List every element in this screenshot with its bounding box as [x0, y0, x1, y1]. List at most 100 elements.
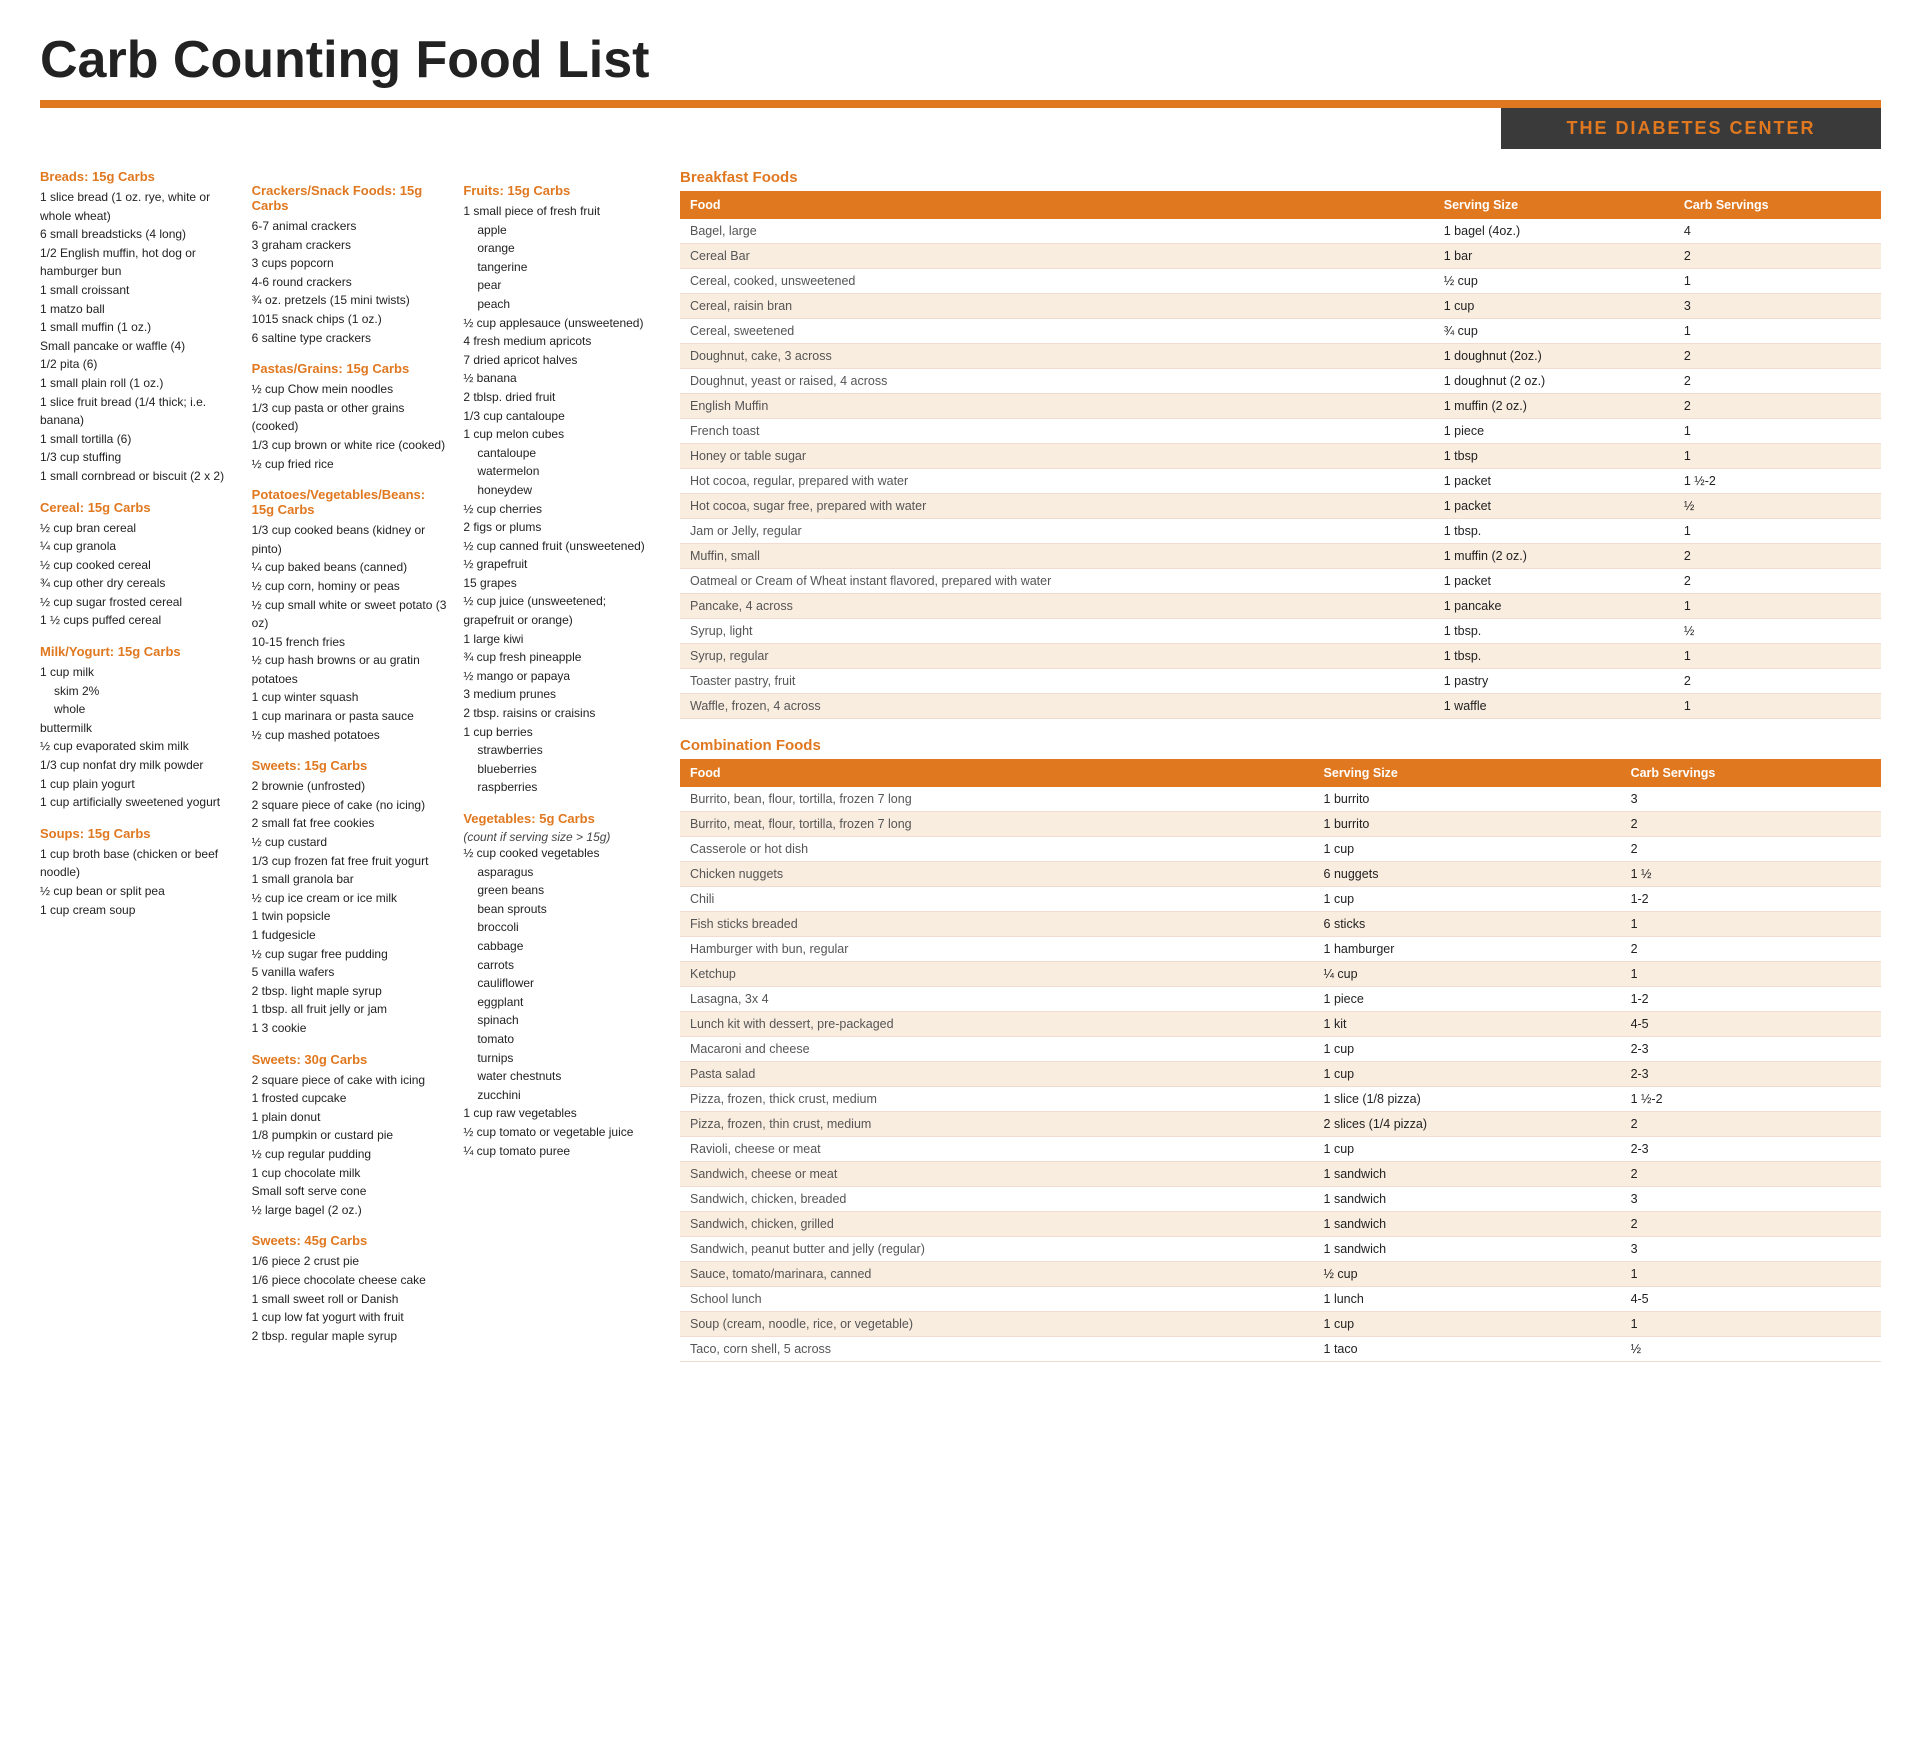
- table-cell: Sauce, tomato/marinara, canned: [680, 1262, 1314, 1287]
- table-row: French toast1 piece1: [680, 419, 1881, 444]
- food-item: 2 tblsp. dried fruit: [463, 388, 660, 407]
- table-cell: 1 cup: [1314, 887, 1621, 912]
- table-cell: 1 cup: [1314, 1312, 1621, 1337]
- table-cell: 2: [1674, 244, 1881, 269]
- table-row: Jam or Jelly, regular1 tbsp.1: [680, 519, 1881, 544]
- table-cell: 1 bagel (4oz.): [1434, 219, 1674, 244]
- food-item: ½ cup Chow mein noodles: [252, 380, 449, 399]
- table-row: Doughnut, yeast or raised, 4 across1 dou…: [680, 369, 1881, 394]
- section-note-col2-1: (count if serving size > 15g): [463, 830, 660, 844]
- table-cell: ¾ cup: [1434, 319, 1674, 344]
- food-item: ½ cup sugar free pudding: [252, 945, 449, 964]
- table-cell: 1 doughnut (2oz.): [1434, 344, 1674, 369]
- table-cell: Bagel, large: [680, 219, 1434, 244]
- food-item: orange: [463, 239, 660, 258]
- food-item: strawberries: [463, 741, 660, 760]
- table-row: Soup (cream, noodle, rice, or vegetable)…: [680, 1312, 1881, 1337]
- table-row: Sandwich, peanut butter and jelly (regul…: [680, 1237, 1881, 1262]
- table-cell: Jam or Jelly, regular: [680, 519, 1434, 544]
- food-item: ¾ oz. pretzels (15 mini twists): [252, 291, 449, 310]
- table-cell: 1 sandwich: [1314, 1187, 1621, 1212]
- food-item: broccoli: [463, 918, 660, 937]
- table-row: Sandwich, cheese or meat1 sandwich2: [680, 1162, 1881, 1187]
- table-cell: 3: [1621, 787, 1881, 812]
- table-cell: Fish sticks breaded: [680, 912, 1314, 937]
- food-item: ½ banana: [463, 369, 660, 388]
- table-cell: Oatmeal or Cream of Wheat instant flavor…: [680, 569, 1434, 594]
- table-row: Honey or table sugar1 tbsp1: [680, 444, 1881, 469]
- table-row: Burrito, bean, flour, tortilla, frozen 7…: [680, 787, 1881, 812]
- section-title-col0-1: Cereal: 15g Carbs: [40, 500, 237, 515]
- table-cell: 1 taco: [1314, 1337, 1621, 1362]
- table-cell: Syrup, light: [680, 619, 1434, 644]
- food-item: 1 cup winter squash: [252, 688, 449, 707]
- table-cell: Sandwich, chicken, breaded: [680, 1187, 1314, 1212]
- left-col-1: Crackers/Snack Foods: 15g Carbs 6-7 anima…: [252, 169, 449, 1345]
- food-item: ¾ cup other dry cereals: [40, 574, 237, 593]
- section-title-col1-0: Crackers/Snack Foods: 15g Carbs: [252, 183, 449, 213]
- table-row: Toaster pastry, fruit1 pastry2: [680, 669, 1881, 694]
- combination-table: FoodServing SizeCarb ServingsBurrito, be…: [680, 759, 1881, 1362]
- table-cell: 1 piece: [1314, 987, 1621, 1012]
- table-cell: Hot cocoa, sugar free, prepared with wat…: [680, 494, 1434, 519]
- table-cell: Soup (cream, noodle, rice, or vegetable): [680, 1312, 1314, 1337]
- food-item: 3 graham crackers: [252, 236, 449, 255]
- table-cell: 1 packet: [1434, 469, 1674, 494]
- food-item: 1/2 pita (6): [40, 355, 237, 374]
- food-item: whole: [40, 700, 237, 719]
- table-cell: 1 slice (1/8 pizza): [1314, 1087, 1621, 1112]
- food-item: 1 small cornbread or biscuit (2 x 2): [40, 467, 237, 486]
- food-item: cabbage: [463, 937, 660, 956]
- table-cell: 1 sandwich: [1314, 1212, 1621, 1237]
- table-cell: 2-3: [1621, 1137, 1881, 1162]
- table-cell: Lasagna, 3x 4: [680, 987, 1314, 1012]
- table-cell: 1 muffin (2 oz.): [1434, 394, 1674, 419]
- food-item: ½ cup ice cream or ice milk: [252, 889, 449, 908]
- table-cell: 1-2: [1621, 887, 1881, 912]
- food-item: 1 plain donut: [252, 1108, 449, 1127]
- table-cell: Ketchup: [680, 962, 1314, 987]
- table-row: Chili1 cup1-2: [680, 887, 1881, 912]
- food-item: 4-6 round crackers: [252, 273, 449, 292]
- table-cell: 1: [1621, 962, 1881, 987]
- food-item: 6-7 animal crackers: [252, 217, 449, 236]
- left-col-0: Breads: 15g Carbs1 slice bread (1 oz. ry…: [40, 169, 237, 1345]
- table-cell: Cereal, sweetened: [680, 319, 1434, 344]
- table-cell: Burrito, bean, flour, tortilla, frozen 7…: [680, 787, 1314, 812]
- table-cell: 1 sandwich: [1314, 1162, 1621, 1187]
- table-row: Syrup, regular1 tbsp.1: [680, 644, 1881, 669]
- table-row: Lasagna, 3x 41 piece1-2: [680, 987, 1881, 1012]
- table-row: Cereal, cooked, unsweetened½ cup1: [680, 269, 1881, 294]
- table-cell: 3: [1621, 1237, 1881, 1262]
- table-header: Carb Servings: [1621, 759, 1881, 787]
- table-cell: 1 burrito: [1314, 812, 1621, 837]
- food-item: ½ cup corn, hominy or peas: [252, 577, 449, 596]
- left-panel: Breads: 15g Carbs1 slice bread (1 oz. ry…: [40, 169, 660, 1380]
- food-item: ½ cup applesauce (unsweetened): [463, 314, 660, 333]
- food-item: 1 small tortilla (6): [40, 430, 237, 449]
- food-item: 1 cup low fat yogurt with fruit: [252, 1308, 449, 1327]
- table-cell: Chili: [680, 887, 1314, 912]
- food-item: 1 cup cream soup: [40, 901, 237, 920]
- table-cell: Cereal Bar: [680, 244, 1434, 269]
- table-cell: 1 ½-2: [1674, 469, 1881, 494]
- food-item: buttermilk: [40, 719, 237, 738]
- breakfast-section: Breakfast Foods FoodServing SizeCarb Ser…: [680, 169, 1881, 719]
- table-cell: 4-5: [1621, 1287, 1881, 1312]
- food-item: ½ cup small white or sweet potato (3 oz): [252, 596, 449, 633]
- food-item: 1 cup raw vegetables: [463, 1104, 660, 1123]
- table-row: Chicken nuggets6 nuggets1 ½: [680, 862, 1881, 887]
- food-item: 2 figs or plums: [463, 518, 660, 537]
- table-cell: 1 tbsp.: [1434, 519, 1674, 544]
- table-cell: Doughnut, cake, 3 across: [680, 344, 1434, 369]
- food-item: Small soft serve cone: [252, 1182, 449, 1201]
- table-cell: Ravioli, cheese or meat: [680, 1137, 1314, 1162]
- table-cell: 1: [1674, 644, 1881, 669]
- table-cell: Honey or table sugar: [680, 444, 1434, 469]
- table-cell: Cereal, raisin bran: [680, 294, 1434, 319]
- food-item: 1 slice bread (1 oz. rye, white or whole…: [40, 188, 237, 225]
- food-item: 1/8 pumpkin or custard pie: [252, 1126, 449, 1145]
- table-cell: 1 cup: [1314, 837, 1621, 862]
- food-item: bean sprouts: [463, 900, 660, 919]
- table-cell: 4-5: [1621, 1012, 1881, 1037]
